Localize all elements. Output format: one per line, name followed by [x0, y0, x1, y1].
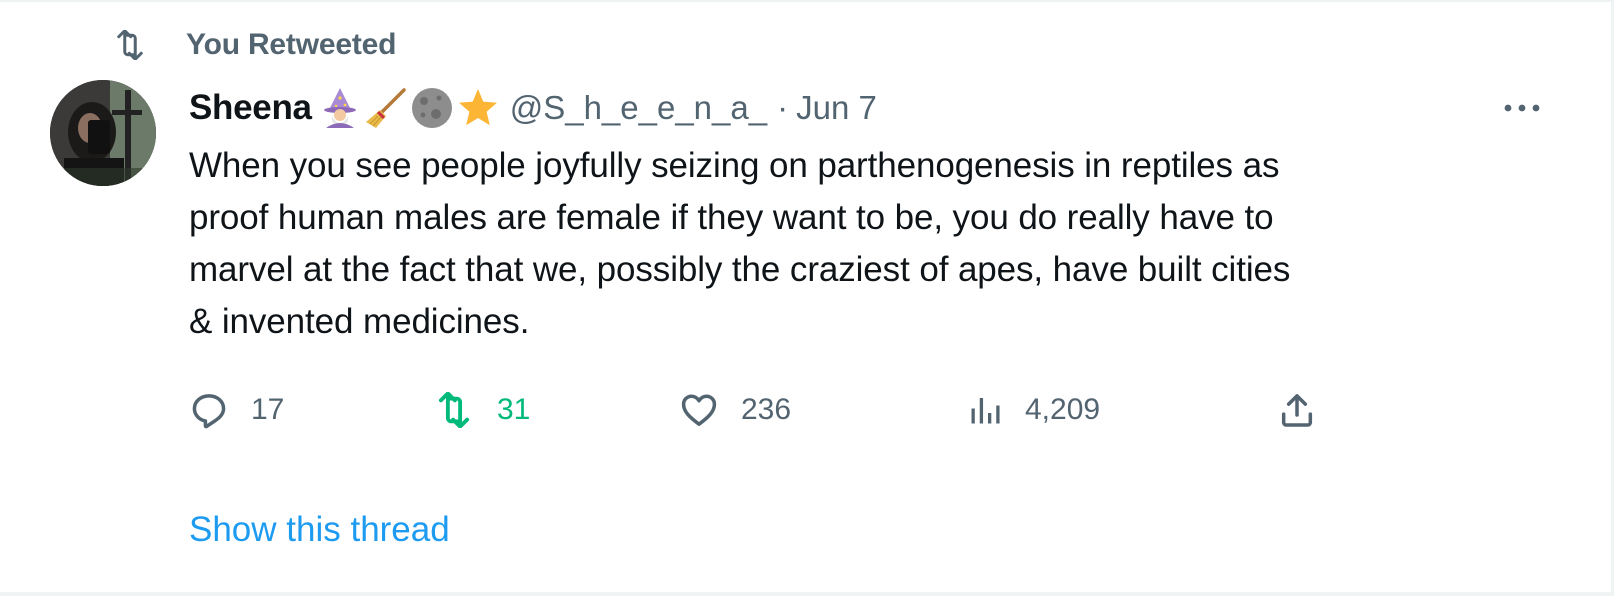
wizard-emoji	[323, 88, 356, 128]
reply-icon	[192, 394, 226, 429]
like-button[interactable]: 236	[679, 386, 791, 434]
moon-emoji	[411, 88, 452, 128]
avatar[interactable]	[50, 80, 156, 186]
share-icon	[1281, 394, 1313, 427]
more-icon	[1504, 104, 1540, 112]
retweet-icon	[438, 392, 470, 428]
reply-count: 17	[251, 393, 285, 426]
heart-icon	[681, 394, 717, 426]
retweet-icon	[112, 28, 152, 62]
retweet-context: You Retweeted	[112, 28, 396, 62]
analytics-icon	[971, 398, 1000, 424]
retweet-button[interactable]: 31	[433, 386, 530, 434]
header-separator: ·	[777, 89, 789, 126]
tweet-text: When you see people joyfully seizing on …	[189, 146, 1291, 341]
views-button[interactable]: 4,209	[967, 386, 1100, 434]
retweet-count: 31	[497, 393, 531, 426]
broom-emoji	[365, 88, 406, 128]
reply-button[interactable]: 17	[189, 386, 284, 434]
tweet-header: Sheena @S_h_e_e_n_a_ · Jun 7	[189, 84, 877, 132]
tweet-card[interactable]: You Retweeted Sheena @S_h_e_e_n_a_ · Jun…	[0, 0, 1614, 596]
show-thread-link[interactable]: Show this thread	[189, 510, 450, 550]
like-count: 236	[741, 393, 792, 426]
retweet-context-label: You Retweeted	[186, 28, 397, 61]
star-emoji	[458, 89, 497, 126]
views-count: 4,209	[1025, 393, 1101, 426]
more-options-button[interactable]	[1500, 90, 1544, 126]
author-handle[interactable]: @S_h_e_e_n_a_	[510, 89, 767, 127]
share-button[interactable]	[1277, 386, 1317, 434]
tweet-actions: 17 31 236 4,209	[189, 386, 1329, 434]
tweet-timestamp[interactable]: Jun 7	[796, 89, 877, 127]
author-display-name[interactable]: Sheena	[189, 88, 312, 128]
author-emojis	[318, 86, 500, 130]
